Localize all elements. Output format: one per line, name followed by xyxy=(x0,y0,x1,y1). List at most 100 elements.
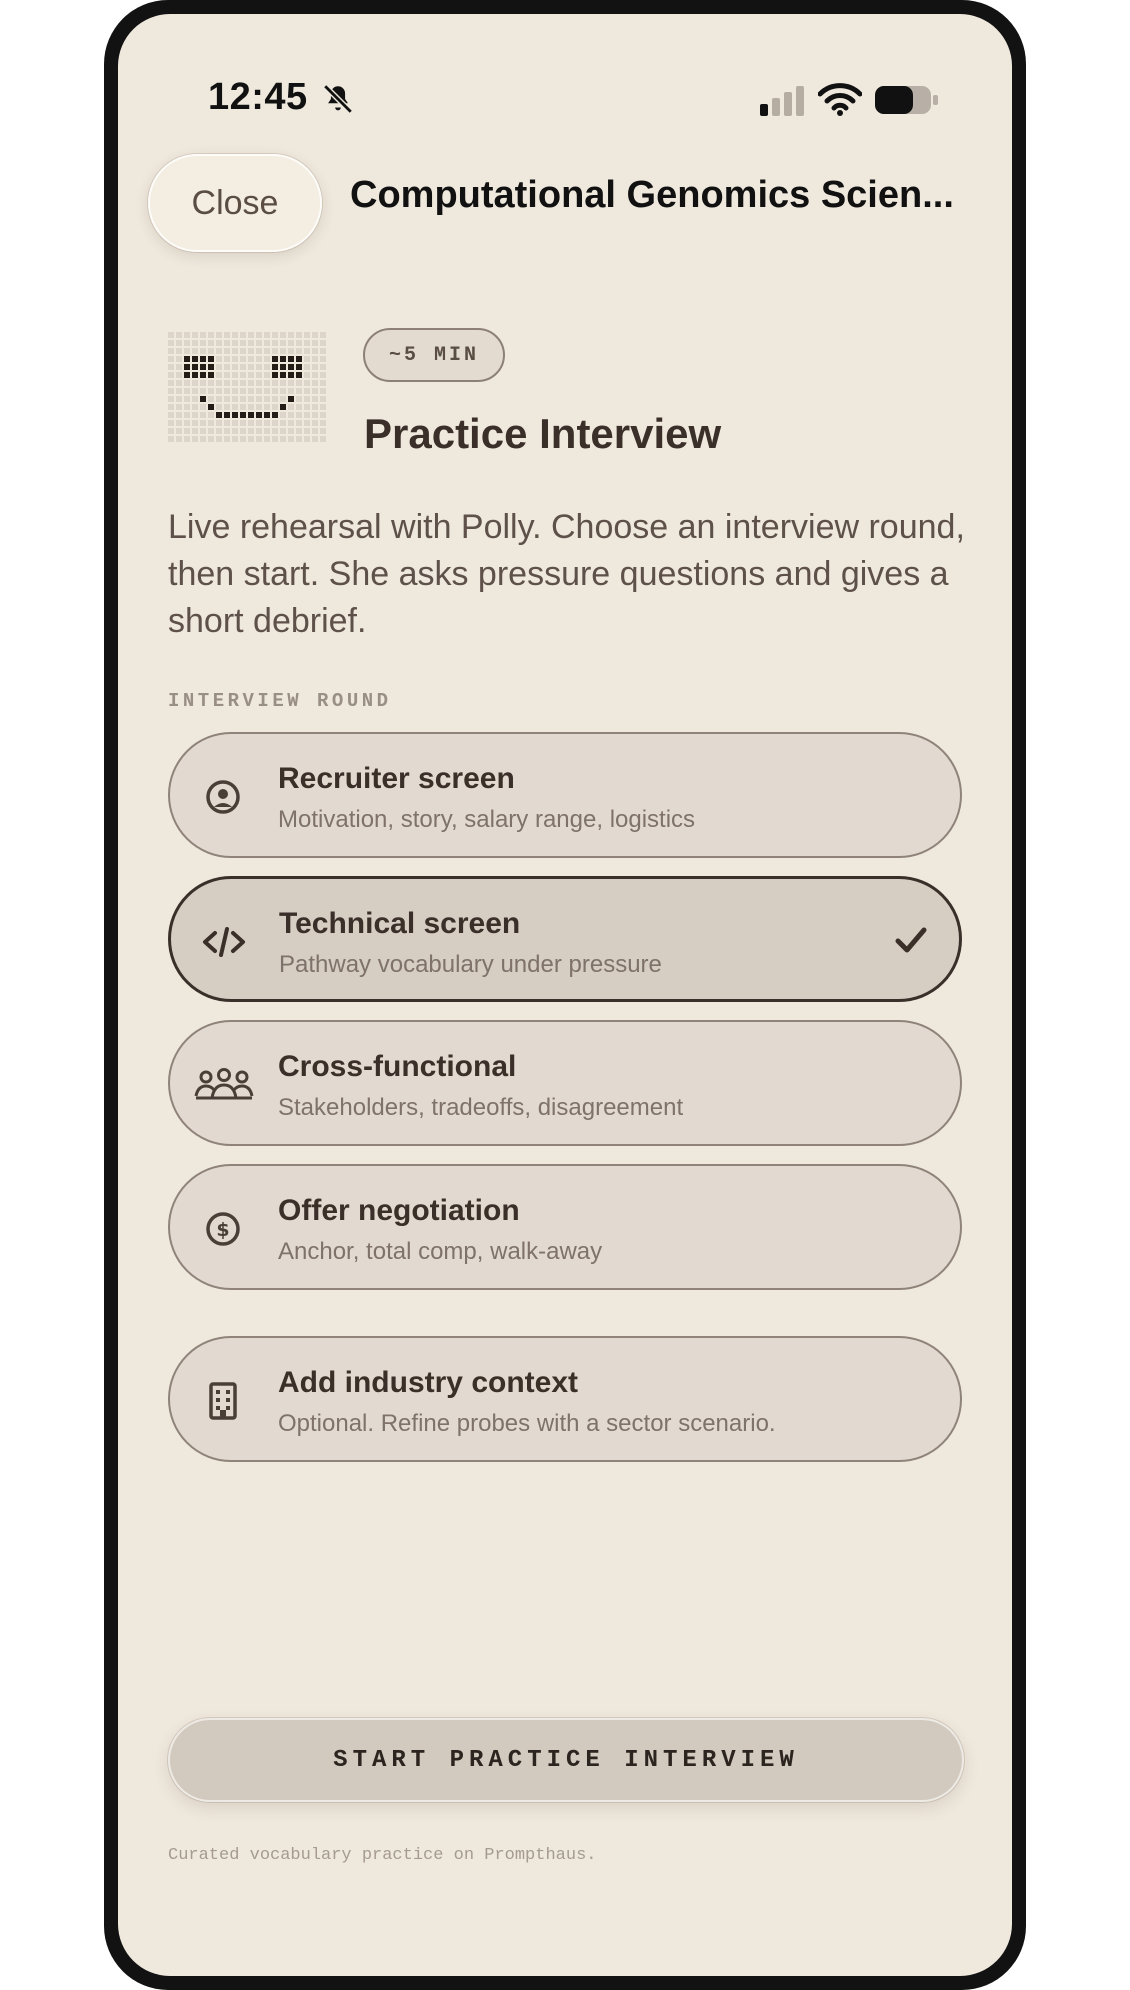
option-title: Cross-functional xyxy=(278,1050,517,1083)
avatar-pixel xyxy=(232,404,238,410)
avatar-pixel xyxy=(272,388,278,394)
avatar-pixel xyxy=(224,420,230,426)
close-button[interactable]: Close xyxy=(148,154,322,252)
avatar-pixel xyxy=(256,348,262,354)
avatar-pixel xyxy=(224,404,230,410)
avatar-pixel xyxy=(248,412,254,418)
avatar-pixel xyxy=(232,372,238,378)
svg-text:$: $ xyxy=(216,1219,229,1241)
round-option-cross-functional[interactable]: Cross-functional Stakeholders, tradeoffs… xyxy=(168,1020,962,1146)
avatar-pixel xyxy=(296,388,302,394)
avatar-pixel xyxy=(264,348,270,354)
avatar-pixel xyxy=(208,436,214,442)
avatar-pixel xyxy=(224,412,230,418)
avatar-pixel xyxy=(296,348,302,354)
avatar-pixel xyxy=(176,388,182,394)
avatar-pixel xyxy=(288,420,294,426)
avatar-pixel xyxy=(216,404,222,410)
avatar-pixel xyxy=(200,364,206,370)
avatar-pixel xyxy=(264,396,270,402)
avatar-pixel xyxy=(288,340,294,346)
avatar-pixel xyxy=(216,372,222,378)
avatar-pixel xyxy=(256,364,262,370)
avatar-pixel xyxy=(216,436,222,442)
avatar-pixel xyxy=(200,380,206,386)
avatar-pixel xyxy=(320,388,326,394)
avatar-pixel xyxy=(312,396,318,402)
avatar-pixel xyxy=(168,436,174,442)
duration-badge: ~5 MIN xyxy=(363,328,505,382)
round-option-technical[interactable]: Technical screen Pathway vocabulary unde… xyxy=(168,876,962,1002)
avatar-pixel xyxy=(192,380,198,386)
avatar-pixel xyxy=(192,436,198,442)
add-industry-context-button[interactable]: Add industry context Optional. Refine pr… xyxy=(168,1336,962,1462)
avatar-pixel xyxy=(248,428,254,434)
avatar-pixel xyxy=(176,404,182,410)
avatar-pixel xyxy=(184,372,190,378)
avatar-pixel xyxy=(272,348,278,354)
avatar-pixel xyxy=(296,396,302,402)
avatar-pixel xyxy=(240,340,246,346)
avatar-pixel xyxy=(320,428,326,434)
section-title: Practice Interview xyxy=(364,410,722,457)
avatar-pixel xyxy=(280,420,286,426)
option-title: Technical screen xyxy=(279,907,521,940)
bell-slash-icon xyxy=(323,84,353,114)
avatar-pixel xyxy=(272,372,278,378)
avatar-pixel xyxy=(216,420,222,426)
avatar-pixel xyxy=(176,380,182,386)
avatar-pixel xyxy=(200,412,206,418)
avatar-pixel xyxy=(312,412,318,418)
avatar-pixel xyxy=(168,404,174,410)
avatar-pixel xyxy=(216,428,222,434)
avatar-pixel xyxy=(232,380,238,386)
avatar-pixel xyxy=(264,372,270,378)
page-title: Computational Genomics Scien... xyxy=(350,174,954,216)
avatar-pixel xyxy=(288,388,294,394)
avatar-pixel xyxy=(208,364,214,370)
avatar-pixel xyxy=(312,404,318,410)
avatar-pixel xyxy=(312,372,318,378)
avatar-pixel xyxy=(208,348,214,354)
avatar-pixel xyxy=(216,412,222,418)
avatar-pixel xyxy=(248,420,254,426)
avatar-pixel xyxy=(320,356,326,362)
avatar-pixel xyxy=(296,364,302,370)
avatar-pixel xyxy=(272,428,278,434)
avatar-pixel xyxy=(176,420,182,426)
checkmark-icon xyxy=(895,927,927,953)
building-icon xyxy=(209,1382,237,1420)
avatar-pixel xyxy=(240,428,246,434)
avatar-pixel xyxy=(240,332,246,338)
avatar-pixel xyxy=(320,412,326,418)
avatar-pixel xyxy=(168,380,174,386)
avatar-pixel xyxy=(200,396,206,402)
avatar-pixel xyxy=(304,356,310,362)
avatar-pixel xyxy=(224,380,230,386)
avatar-pixel xyxy=(176,436,182,442)
avatar-pixel xyxy=(200,404,206,410)
avatar-pixel xyxy=(224,348,230,354)
avatar-pixel xyxy=(240,420,246,426)
avatar-pixel xyxy=(192,340,198,346)
avatar-pixel xyxy=(208,420,214,426)
start-practice-interview-button[interactable]: START PRACTICE INTERVIEW xyxy=(168,1718,964,1802)
avatar-pixel xyxy=(296,372,302,378)
avatar-pixel xyxy=(264,332,270,338)
phone-frame: 12:45 Close Computational Genomics Scien… xyxy=(104,0,1026,1990)
avatar-pixel xyxy=(208,380,214,386)
avatar-pixel xyxy=(216,380,222,386)
avatar-pixel xyxy=(208,372,214,378)
avatar-pixel xyxy=(288,428,294,434)
round-option-recruiter[interactable]: Recruiter screen Motivation, story, sala… xyxy=(168,732,962,858)
avatar-pixel xyxy=(224,436,230,442)
avatar-pixel xyxy=(320,380,326,386)
avatar-pixel xyxy=(264,364,270,370)
avatar-pixel xyxy=(256,356,262,362)
avatar-pixel xyxy=(256,404,262,410)
avatar-pixel xyxy=(176,396,182,402)
avatar-pixel xyxy=(296,404,302,410)
avatar-pixel xyxy=(176,332,182,338)
round-option-offer-negotiation[interactable]: $ Offer negotiation Anchor, total comp, … xyxy=(168,1164,962,1290)
avatar-pixel xyxy=(176,340,182,346)
